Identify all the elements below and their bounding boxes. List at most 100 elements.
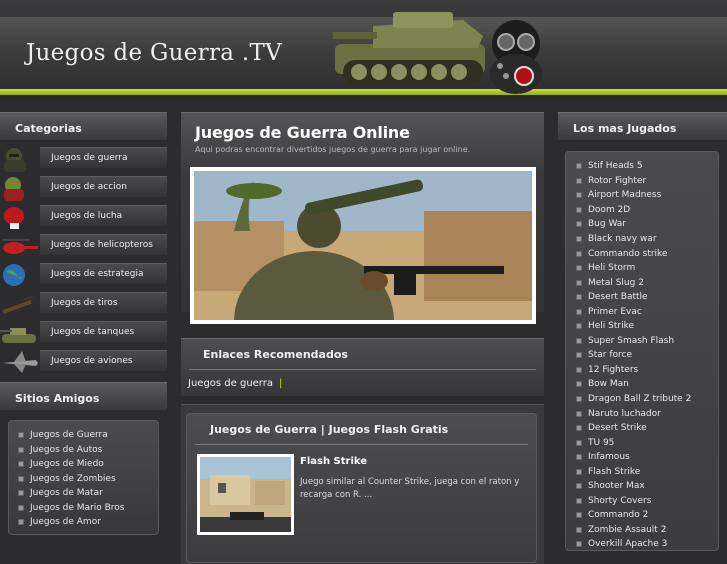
- popular-game-label[interactable]: Bug War: [588, 219, 626, 229]
- category-item[interactable]: Juegos de accion: [0, 173, 167, 202]
- popular-game-label[interactable]: Naruto luchador: [588, 409, 661, 419]
- friend-site-link[interactable]: Juegos de Miedo: [18, 457, 158, 472]
- popular-game-label[interactable]: Zombie Assault 2: [588, 525, 666, 535]
- popular-game-link[interactable]: Airport Madness: [576, 188, 718, 203]
- popular-game-link[interactable]: Heli Storm: [576, 261, 718, 276]
- category-item[interactable]: Juegos de helicopteros: [0, 231, 167, 260]
- popular-game-label[interactable]: Flash Strike: [588, 467, 640, 477]
- popular-game-link[interactable]: Dragon Ball Z tribute 2: [576, 392, 718, 407]
- popular-game-label[interactable]: Infamous: [588, 452, 630, 462]
- friend-site-link[interactable]: Juegos de Guerra: [18, 428, 158, 443]
- popular-game-label[interactable]: Commando strike: [588, 249, 667, 259]
- popular-game-link[interactable]: Bug War: [576, 217, 718, 232]
- popular-game-link[interactable]: Primer Evac: [576, 304, 718, 319]
- popular-game-link[interactable]: Flash Strike: [576, 464, 718, 479]
- popular-game-label[interactable]: Dragon Ball Z tribute 2: [588, 394, 691, 404]
- popular-game-link[interactable]: Shorty Covers: [576, 494, 718, 509]
- category-item[interactable]: Juegos de tanques: [0, 318, 167, 347]
- popular-game-link[interactable]: 12 Fighters: [576, 363, 718, 378]
- bullet-icon: [576, 206, 582, 213]
- category-label[interactable]: Juegos de helicopteros: [40, 234, 167, 255]
- popular-game-link[interactable]: Black navy war: [576, 232, 718, 247]
- category-label[interactable]: Juegos de guerra: [40, 147, 167, 168]
- friend-site-label[interactable]: Juegos de Zombies: [30, 474, 116, 484]
- popular-game-link[interactable]: Commando 2: [576, 508, 718, 523]
- popular-game-label[interactable]: Shooter Max: [588, 481, 645, 491]
- popular-game-label[interactable]: Primer Evac: [588, 307, 642, 317]
- category-label[interactable]: Juegos de estrategia: [40, 263, 167, 284]
- site-title[interactable]: Juegos de Guerra .TV: [26, 40, 282, 66]
- popular-game-label[interactable]: Stif Heads 5: [588, 161, 643, 171]
- popular-game-link[interactable]: Desert Battle: [576, 290, 718, 305]
- category-item[interactable]: Juegos de tiros: [0, 289, 167, 318]
- popular-game-label[interactable]: Heli Strike: [588, 321, 634, 331]
- category-label[interactable]: Juegos de accion: [40, 176, 167, 197]
- popular-game-link[interactable]: Commando strike: [576, 246, 718, 261]
- popular-game-label[interactable]: Black navy war: [588, 234, 657, 244]
- popular-game-link[interactable]: Bow Man: [576, 377, 718, 392]
- popular-game-link[interactable]: Infamous: [576, 450, 718, 465]
- friend-site-label[interactable]: Juegos de Matar: [30, 488, 103, 498]
- friend-site-label[interactable]: Juegos de Guerra: [30, 430, 108, 440]
- friend-site-link[interactable]: Juegos de Amor: [18, 515, 158, 530]
- popular-game-label[interactable]: Doom 2D: [588, 205, 630, 215]
- categories-title: Categorias: [0, 112, 167, 140]
- popular-game-link[interactable]: Metal Slug 2: [576, 275, 718, 290]
- category-label[interactable]: Juegos de aviones: [40, 350, 167, 371]
- friend-sites: Sitios Amigos Juegos de Guerra Juegos de…: [0, 382, 167, 535]
- friend-site-label[interactable]: Juegos de Mario Bros: [30, 503, 125, 513]
- popular-game-link[interactable]: Doom 2D: [576, 203, 718, 218]
- hero-image[interactable]: [190, 167, 536, 324]
- rifle-icon: [2, 294, 34, 315]
- popular-game-label[interactable]: Airport Madness: [588, 190, 661, 200]
- popular-game-label[interactable]: Desert Battle: [588, 292, 648, 302]
- friend-site-link[interactable]: Juegos de Mario Bros: [18, 501, 158, 516]
- games-section: Juegos de Guerra | Juegos Flash Gratis F…: [181, 404, 544, 564]
- popular-game-label[interactable]: Super Smash Flash: [588, 336, 674, 346]
- popular-game-link[interactable]: Shooter Max: [576, 479, 718, 494]
- popular-game-link[interactable]: Super Smash Flash: [576, 334, 718, 349]
- popular-game-label[interactable]: 12 Fighters: [588, 365, 638, 375]
- popular-game-link[interactable]: Star force: [576, 348, 718, 363]
- bullet-icon: [576, 265, 582, 272]
- popular-game-label[interactable]: Overkill Apache 3: [588, 539, 667, 549]
- popular-game-link[interactable]: Naruto luchador: [576, 406, 718, 421]
- category-label[interactable]: Juegos de lucha: [40, 205, 167, 226]
- friend-site-label[interactable]: Juegos de Miedo: [30, 459, 104, 469]
- bullet-icon: [576, 468, 582, 475]
- bullet-icon: [576, 177, 582, 184]
- popular-game-link[interactable]: Stif Heads 5: [576, 159, 718, 174]
- popular-game-label[interactable]: TU 95: [588, 438, 614, 448]
- friend-site-link[interactable]: Juegos de Autos: [18, 443, 158, 458]
- friend-sites-list: Juegos de Guerra Juegos de Autos Juegos …: [8, 420, 159, 535]
- category-item[interactable]: Juegos de guerra: [0, 144, 167, 173]
- recommended-link[interactable]: Juegos de guerra: [188, 378, 273, 389]
- popular-game-label[interactable]: Star force: [588, 350, 632, 360]
- category-item[interactable]: Juegos de lucha: [0, 202, 167, 231]
- category-item[interactable]: Juegos de estrategia: [0, 260, 167, 289]
- popular-game-link[interactable]: Overkill Apache 3: [576, 537, 718, 552]
- bullet-icon: [576, 512, 582, 519]
- popular-game-link[interactable]: Rotor Fighter: [576, 174, 718, 189]
- category-label[interactable]: Juegos de tanques: [40, 321, 167, 342]
- category-item[interactable]: Juegos de aviones: [0, 347, 167, 376]
- game-title[interactable]: Flash Strike: [300, 456, 367, 467]
- popular-game-link[interactable]: TU 95: [576, 435, 718, 450]
- popular-game-label[interactable]: Shorty Covers: [588, 496, 651, 506]
- popular-game-label[interactable]: Desert Strike: [588, 423, 647, 433]
- friend-site-label[interactable]: Juegos de Amor: [30, 517, 101, 527]
- popular-game-link[interactable]: Desert Strike: [576, 421, 718, 436]
- friend-site-label[interactable]: Juegos de Autos: [30, 445, 102, 455]
- category-label[interactable]: Juegos de tiros: [40, 292, 167, 313]
- popular-game-label[interactable]: Metal Slug 2: [588, 278, 644, 288]
- popular-game-label[interactable]: Heli Storm: [588, 263, 635, 273]
- friend-site-link[interactable]: Juegos de Zombies: [18, 472, 158, 487]
- popular-game-label[interactable]: Commando 2: [588, 510, 648, 520]
- popular-game-label[interactable]: Rotor Fighter: [588, 176, 646, 186]
- friend-site-link[interactable]: Juegos de Matar: [18, 486, 158, 501]
- popular-game-link[interactable]: Heli Strike: [576, 319, 718, 334]
- popular-game-link[interactable]: Zombie Assault 2: [576, 523, 718, 538]
- game-thumbnail[interactable]: [197, 454, 294, 535]
- bullet-icon: [576, 454, 582, 461]
- popular-game-label[interactable]: Bow Man: [588, 379, 629, 389]
